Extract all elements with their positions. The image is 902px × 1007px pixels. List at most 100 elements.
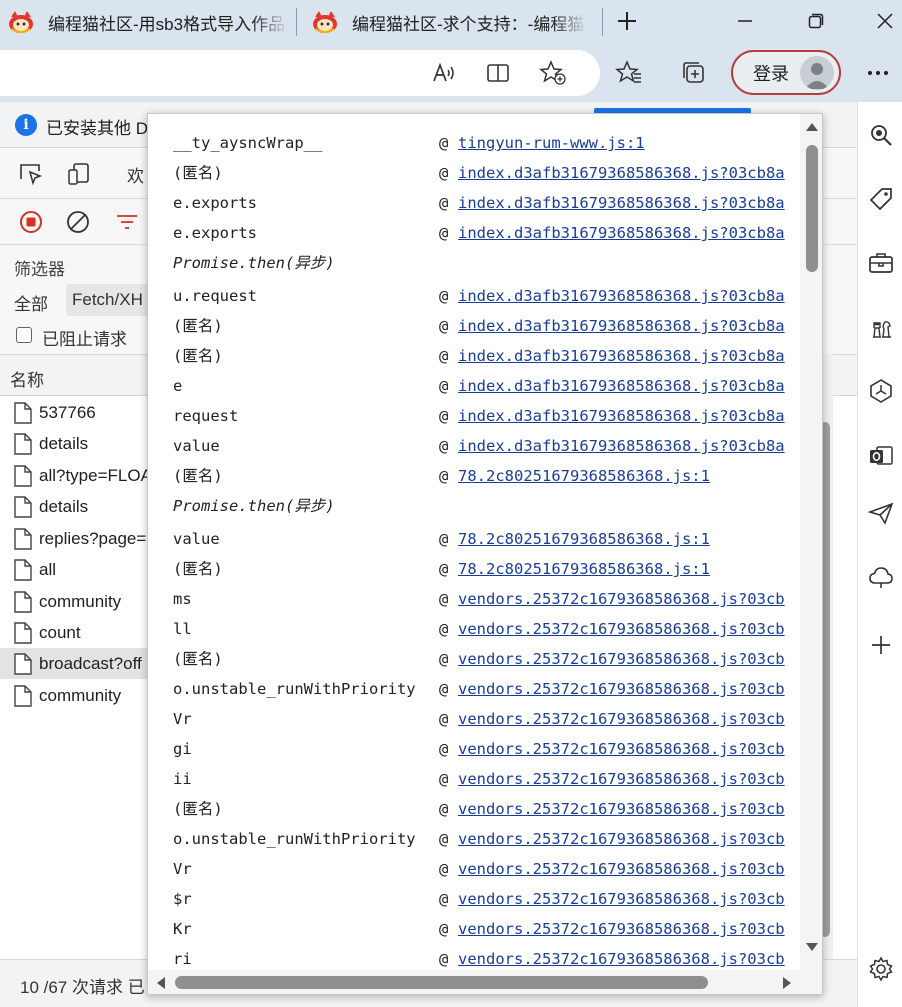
frame-source-link[interactable]: vendors.25372c1679368586368.js?03cb bbox=[458, 856, 785, 882]
new-tab-button[interactable] bbox=[612, 6, 642, 36]
frame-source-link[interactable]: index.d3afb31679368586368.js?03cb8a bbox=[458, 433, 785, 459]
stack-frame: $r @ vendors.25372c1679368586368.js?03cb bbox=[173, 886, 800, 912]
frame-source-link[interactable]: 78.2c80251679368586368.js:1 bbox=[458, 556, 710, 582]
frame-source-link[interactable]: vendors.25372c1679368586368.js?03cb bbox=[458, 766, 785, 792]
document-icon bbox=[14, 401, 32, 424]
request-row[interactable]: community bbox=[0, 680, 150, 711]
request-row[interactable]: 537766 bbox=[0, 397, 150, 428]
restore-icon bbox=[808, 13, 824, 29]
sidebar-office-button[interactable] bbox=[866, 376, 896, 406]
filter-label: 筛选器 bbox=[14, 260, 65, 279]
request-row[interactable]: details bbox=[0, 491, 150, 522]
close-window-button[interactable] bbox=[870, 6, 900, 36]
clear-button[interactable] bbox=[64, 208, 92, 236]
async-boundary: Promise.then(异步) bbox=[173, 250, 800, 276]
stack-frame: (匿名) @ index.d3afb31679368586368.js?03cb8a bbox=[173, 160, 800, 186]
browser-tab-2[interactable]: 编程猫社区-求个支持：-编程猫社区 bbox=[312, 4, 602, 40]
collections-button[interactable] bbox=[678, 57, 710, 89]
frame-at-symbol: @ bbox=[439, 194, 449, 212]
favorites-button[interactable] bbox=[613, 57, 645, 89]
sidebar-outlook-button[interactable] bbox=[866, 440, 896, 470]
frame-source-link[interactable]: vendors.25372c1679368586368.js?03cb bbox=[458, 826, 785, 852]
frame-source-link[interactable]: index.d3afb31679368586368.js?03cb8a bbox=[458, 343, 785, 369]
browser-tab-1[interactable]: 编程猫社区-用sb3格式导入作品 bbox=[8, 4, 288, 40]
frame-source-link[interactable]: vendors.25372c1679368586368.js?03cb bbox=[458, 916, 785, 942]
request-row[interactable]: details bbox=[0, 428, 150, 459]
sidebar-shopping-button[interactable] bbox=[866, 184, 896, 214]
frame-at-symbol: @ bbox=[439, 620, 449, 638]
frame-source-link[interactable]: vendors.25372c1679368586368.js?03cb bbox=[458, 616, 785, 642]
stack-frame: Vr @ vendors.25372c1679368586368.js?03cb bbox=[173, 706, 800, 732]
frame-at-symbol: @ bbox=[439, 920, 449, 938]
cloud-icon bbox=[869, 567, 893, 588]
send-icon bbox=[868, 502, 894, 525]
sidebar-cloud-button[interactable] bbox=[866, 562, 896, 592]
frame-source-link[interactable]: vendors.25372c1679368586368.js?03cb bbox=[458, 676, 785, 702]
frame-function: (匿名) bbox=[173, 317, 223, 335]
stack-frame: value @ index.d3afb31679368586368.js?03cb8… bbox=[173, 433, 800, 459]
frame-function: request bbox=[173, 407, 239, 425]
frame-source-link[interactable]: vendors.25372c1679368586368.js?03cb bbox=[458, 796, 785, 822]
scroll-up-arrow-icon[interactable] bbox=[804, 120, 820, 134]
frame-function: o.unstable_runWithPriority bbox=[173, 830, 416, 848]
clear-icon bbox=[67, 211, 89, 233]
outlook-icon bbox=[870, 446, 893, 465]
stack-frame: (匿名) @78.2c80251679368586368.js:1 bbox=[173, 556, 800, 582]
frame-source-link[interactable]: index.d3afb31679368586368.js?03cb8a bbox=[458, 403, 785, 429]
frame-source-link[interactable]: index.d3afb31679368586368.js?03cb8a bbox=[458, 373, 785, 399]
scroll-left-arrow-icon[interactable] bbox=[154, 975, 168, 991]
sidebar-add-button[interactable] bbox=[866, 630, 896, 660]
frame-source-link[interactable]: vendors.25372c1679368586368.js?03cb bbox=[458, 946, 785, 970]
address-bar[interactable] bbox=[0, 50, 600, 96]
request-row[interactable]: all bbox=[0, 554, 150, 585]
minimize-button[interactable] bbox=[730, 6, 760, 36]
request-row[interactable]: community bbox=[0, 586, 150, 617]
frame-source-link[interactable]: index.d3afb31679368586368.js?03cb8a bbox=[458, 190, 785, 216]
request-row[interactable]: replies?page= bbox=[0, 523, 150, 554]
frame-source-link[interactable]: 78.2c80251679368586368.js:1 bbox=[458, 463, 710, 489]
login-button[interactable]: 登录 bbox=[731, 50, 841, 95]
frame-source-link[interactable]: vendors.25372c1679368586368.js?03cb bbox=[458, 646, 785, 672]
blocked-requests-checkbox[interactable] bbox=[16, 327, 32, 343]
filter-all[interactable]: 全部 bbox=[14, 290, 48, 315]
maximize-button[interactable] bbox=[801, 6, 831, 36]
frame-source-link[interactable]: tingyun-rum-www.js:1 bbox=[458, 130, 645, 156]
request-row[interactable]: broadcast?off bbox=[0, 648, 150, 679]
frame-source-link[interactable]: vendors.25372c1679368586368.js?03cb bbox=[458, 706, 785, 732]
sidebar-tools-button[interactable] bbox=[866, 248, 896, 278]
reader-view-button[interactable] bbox=[482, 57, 514, 89]
inspect-element-button[interactable] bbox=[17, 160, 45, 188]
scroll-right-arrow-icon[interactable] bbox=[780, 975, 794, 991]
add-favorite-button[interactable] bbox=[537, 57, 569, 89]
frame-source-link[interactable]: index.d3afb31679368586368.js?03cb8a bbox=[458, 160, 785, 186]
sidebar-settings-button[interactable] bbox=[866, 954, 896, 984]
frame-source-link[interactable]: vendors.25372c1679368586368.js?03cb bbox=[458, 736, 785, 762]
device-emulation-button[interactable] bbox=[65, 160, 93, 188]
office-icon bbox=[870, 379, 892, 403]
frame-source-link[interactable]: index.d3afb31679368586368.js?03cb8a bbox=[458, 220, 785, 246]
scroll-down-arrow-icon[interactable] bbox=[804, 940, 820, 954]
request-row[interactable]: count bbox=[0, 617, 150, 648]
frame-at-symbol: @ bbox=[439, 650, 449, 668]
sidebar-games-button[interactable] bbox=[866, 312, 896, 342]
record-button[interactable] bbox=[17, 208, 45, 236]
name-column-header[interactable]: 名称 bbox=[10, 366, 44, 391]
frame-source-link[interactable]: vendors.25372c1679368586368.js?03cb bbox=[458, 886, 785, 912]
read-aloud-button[interactable] bbox=[428, 57, 460, 89]
frame-source-link[interactable]: 78.2c80251679368586368.js:1 bbox=[458, 526, 710, 552]
frame-function: ms bbox=[173, 590, 192, 608]
frame-function: Kr bbox=[173, 920, 192, 938]
sidebar-search-button[interactable] bbox=[866, 120, 896, 150]
filter-toggle-button[interactable] bbox=[113, 208, 141, 236]
horizontal-scrollbar-thumb[interactable] bbox=[175, 976, 708, 989]
frame-source-link[interactable]: index.d3afb31679368586368.js?03cb8a bbox=[458, 313, 785, 339]
request-name: all bbox=[39, 559, 57, 579]
devtools-tab-welcome[interactable]: 欢 bbox=[127, 162, 144, 187]
stack-frame: Kr @ vendors.25372c1679368586368.js?03cb bbox=[173, 916, 800, 942]
vertical-scrollbar-thumb[interactable] bbox=[806, 145, 818, 272]
frame-source-link[interactable]: index.d3afb31679368586368.js?03cb8a bbox=[458, 283, 785, 309]
request-row[interactable]: all?type=FLOA bbox=[0, 460, 152, 491]
frame-source-link[interactable]: vendors.25372c1679368586368.js?03cb bbox=[458, 586, 785, 612]
more-button[interactable] bbox=[862, 57, 894, 89]
sidebar-send-button[interactable] bbox=[866, 498, 896, 528]
